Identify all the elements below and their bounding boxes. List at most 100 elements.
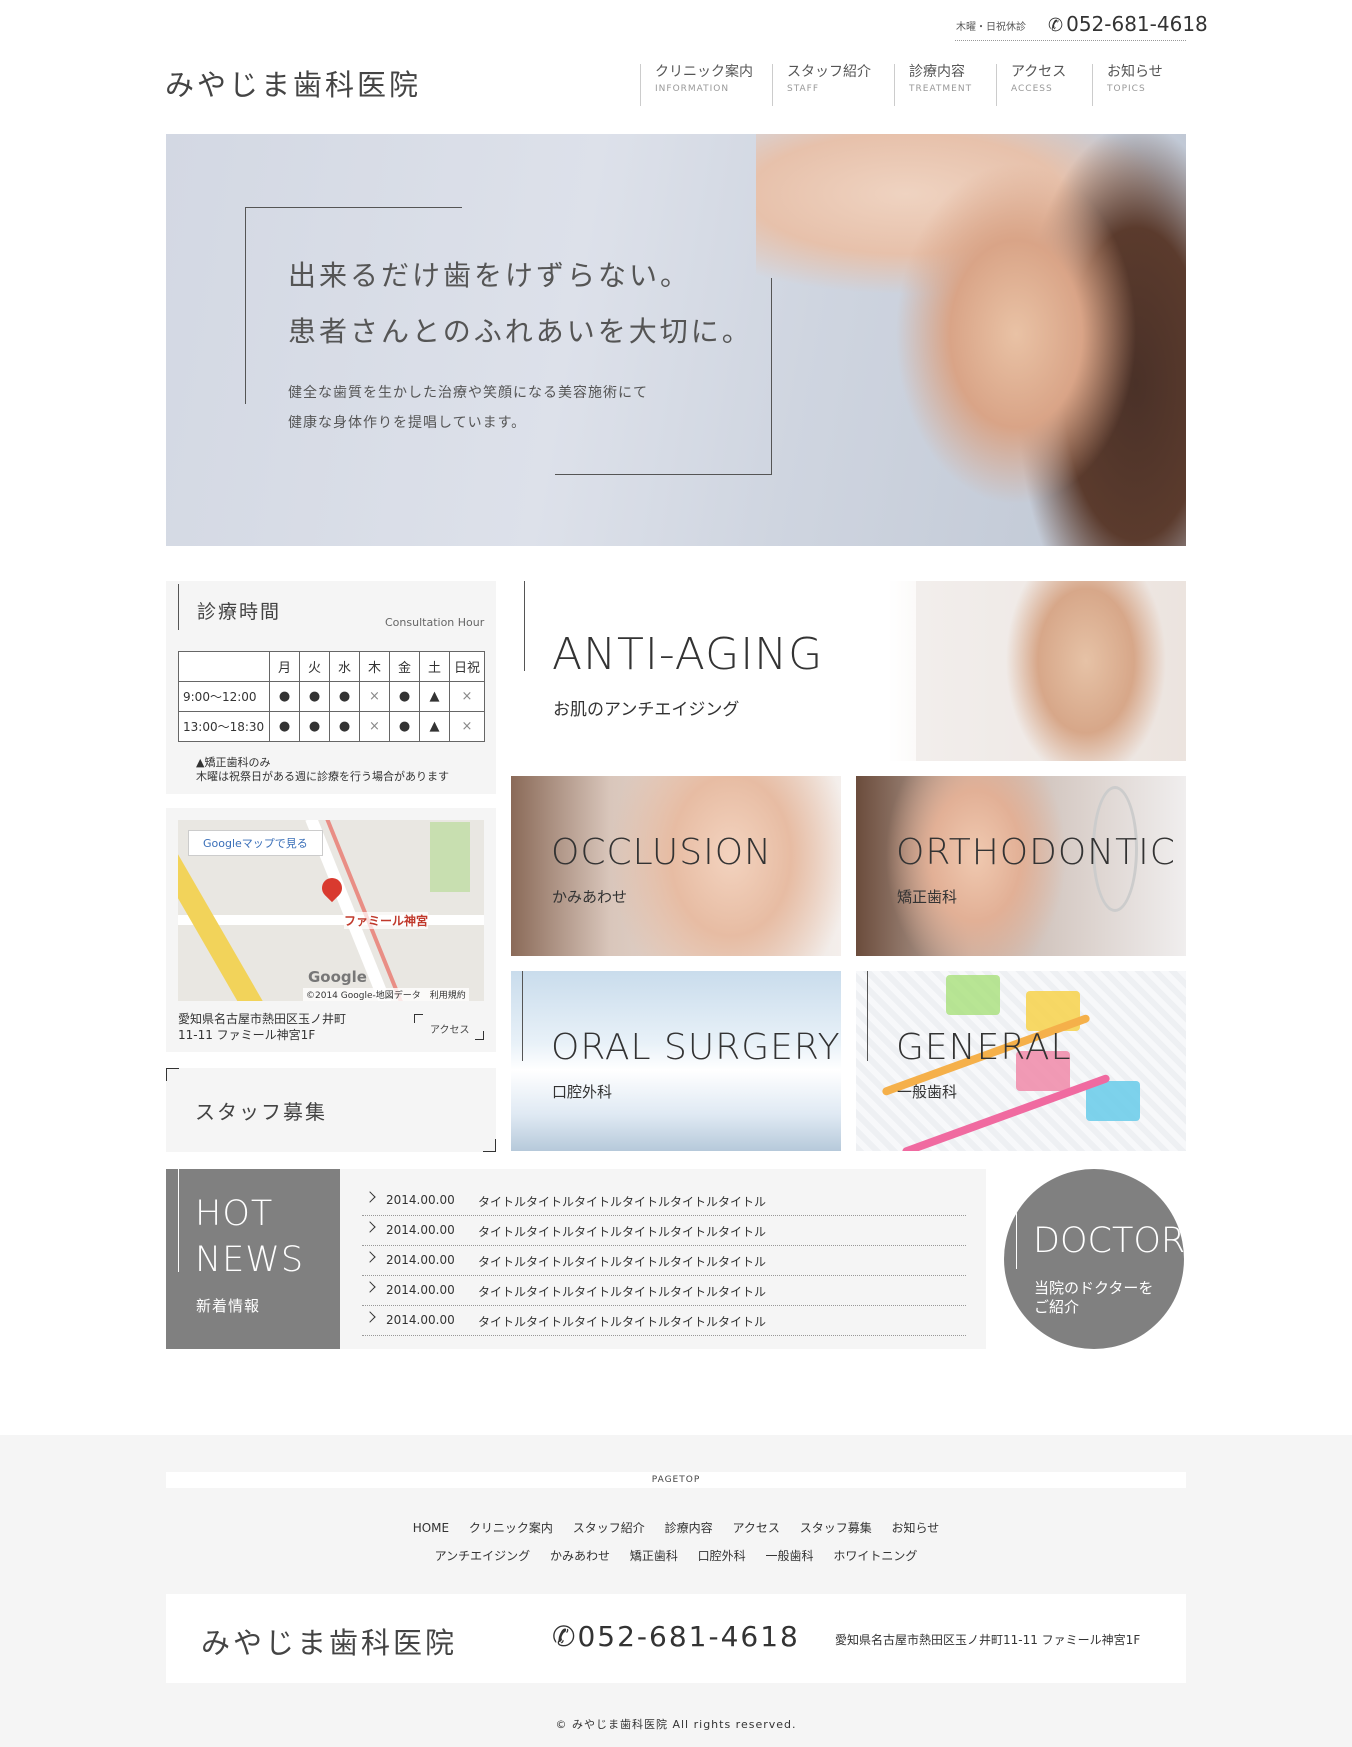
nav-treatment[interactable]: 診療内容 TREATMENT [894, 64, 972, 106]
chevron-right-icon [364, 1251, 376, 1263]
feature-title: OCCLUSION [551, 832, 772, 873]
closed-days-note: 木曜・日祝休診 [956, 22, 1026, 33]
feature-title: ANTI-AGING [552, 629, 824, 680]
footer-link-treatment[interactable]: 診療内容 [665, 1521, 713, 1535]
chevron-right-icon [364, 1191, 376, 1203]
day-tue: 火 [299, 651, 330, 682]
corner-bracket-icon [166, 1068, 179, 1081]
map-place-label: ファミール神宮 [344, 912, 429, 929]
news-item[interactable]: 2014.00.00 タイトルタイトルタイトルタイトルタイトルタイトル [362, 1305, 966, 1336]
hours-cell: ● [269, 711, 300, 742]
footer-link-occlusion[interactable]: かみあわせ [550, 1549, 610, 1563]
news-title: タイトルタイトルタイトルタイトルタイトルタイトル [478, 1315, 767, 1329]
footer-link-recruit[interactable]: スタッフ募集 [800, 1521, 872, 1535]
footer-link-topics[interactable]: お知らせ [892, 1521, 940, 1535]
news-item[interactable]: 2014.00.00 タイトルタイトルタイトルタイトルタイトルタイトル [362, 1215, 966, 1246]
hours-cell: × [359, 681, 390, 712]
news-item[interactable]: 2014.00.00 タイトルタイトルタイトルタイトルタイトルタイトル [362, 1245, 966, 1276]
hours-table: 月 火 水 木 金 土 日祝 9:00〜12:00 ● ● ● × ● ▲ × … [178, 651, 485, 742]
news-date: 2014.00.00 [386, 1313, 455, 1327]
news-date: 2014.00.00 [386, 1193, 455, 1207]
time-label: 9:00〜12:00 [178, 681, 270, 712]
nav-topics[interactable]: お知らせ TOPICS [1092, 64, 1163, 106]
anti-aging-photo [916, 581, 1186, 761]
accent-line [524, 581, 525, 671]
phone-divider [955, 40, 1186, 41]
hours-cell: ▲ [419, 711, 450, 742]
news-title: タイトルタイトルタイトルタイトルタイトルタイトル [478, 1225, 767, 1239]
google-map[interactable]: Googleマップで見る ファミール神宮 Google ©2014 Google… [178, 820, 484, 1001]
time-label: 13:00〜18:30 [178, 711, 270, 742]
feature-subtitle: 一般歯科 [897, 1083, 958, 1101]
feature-orthodontic[interactable]: ORTHODONTIC 矯正歯科 [856, 776, 1186, 956]
map-copyright[interactable]: ©2014 Google-地図データ 利用規約 [303, 988, 469, 1001]
header-phone[interactable]: ✆ 052-681-4618 [1048, 12, 1208, 36]
footer-link-clinic[interactable]: クリニック案内 [469, 1521, 553, 1535]
feature-anti-aging[interactable]: ANTI-AGING お肌のアンチエイジング [524, 581, 1186, 761]
header-phone-number: 052-681-4618 [1066, 12, 1208, 36]
nav-sublabel: STAFF [787, 84, 820, 94]
hours-title-en: Consultation Hour [385, 616, 485, 629]
hours-cell: ● [329, 681, 360, 712]
footer-link-access[interactable]: アクセス [732, 1521, 779, 1535]
hero-body: 健全な歯質を生かした治療や笑顔になる美容施術にて 健康な身体作りを提唱しています… [288, 378, 648, 438]
pagetop-button[interactable]: PAGETOP [166, 1472, 1186, 1488]
accent-line [178, 1169, 179, 1272]
feature-subtitle: お肌のアンチエイジング [553, 700, 740, 720]
footer-contact-box: みやじま歯科医院 ✆052-681-4618 愛知県名古屋市熱田区玉ノ井町11-… [166, 1594, 1186, 1683]
hot-news-header[interactable]: HOT NEWS 新着情報 [166, 1169, 340, 1349]
hours-corner-cell [178, 651, 270, 682]
feature-general[interactable]: GENERAL 一般歯科 [856, 971, 1186, 1151]
nav-sublabel: TOPICS [1107, 84, 1146, 94]
news-item[interactable]: 2014.00.00 タイトルタイトルタイトルタイトルタイトルタイトル [362, 1275, 966, 1306]
footer-nav-primary: HOME クリニック案内 スタッフ紹介 診療内容 アクセス スタッフ募集 お知ら… [0, 1519, 1352, 1536]
footer-nav-secondary: アンチエイジング かみあわせ 矯正歯科 口腔外科 一般歯科 ホワイトニング [0, 1547, 1352, 1564]
hours-cell: ● [299, 711, 330, 742]
day-wed: 水 [329, 651, 360, 682]
doctor-subtitle-line2: ご紹介 [1034, 1298, 1080, 1316]
footer-link-home[interactable]: HOME [413, 1521, 449, 1535]
hot-news-title: HOT NEWS [195, 1191, 304, 1283]
news-item[interactable]: 2014.00.00 タイトルタイトルタイトルタイトルタイトルタイトル [362, 1185, 966, 1216]
staff-recruit-button[interactable]: スタッフ募集 [166, 1068, 496, 1152]
hours-header-row: 月 火 水 木 金 土 日祝 [178, 651, 485, 682]
footer-link-orthodontic[interactable]: 矯正歯科 [630, 1549, 678, 1563]
hero-body-line1: 健全な歯質を生かした治療や笑顔になる美容施術にて [288, 385, 648, 401]
access-link-label: アクセス [430, 1025, 470, 1036]
footer-link-anti-aging[interactable]: アンチエイジング [435, 1549, 531, 1563]
clinic-address: 愛知県名古屋市熱田区玉ノ井町 11-11 ファミール神宮1F [178, 1011, 346, 1043]
chevron-right-icon [364, 1281, 376, 1293]
phone-icon: ✆ [552, 1620, 578, 1653]
day-sun-holiday: 日祝 [449, 651, 485, 682]
hero-headline-line2: 患者さんとのふれあいを大切に。 [288, 315, 753, 348]
footer-link-oral-surgery[interactable]: 口腔外科 [698, 1549, 746, 1563]
feature-title: ORAL SURGERY [551, 1027, 841, 1068]
footer-link-whitening[interactable]: ホワイトニング [833, 1549, 917, 1563]
map-road [178, 915, 484, 925]
nav-staff[interactable]: スタッフ紹介 STAFF [772, 64, 871, 106]
nav-access[interactable]: アクセス ACCESS [996, 64, 1066, 106]
nav-label: 診療内容 [909, 64, 965, 80]
feature-title: ORTHODONTIC [896, 832, 1176, 873]
doctor-subtitle: 当院のドクターを ご紹介 [1034, 1279, 1153, 1317]
view-in-google-maps-button[interactable]: Googleマップで見る [188, 830, 323, 856]
footer-link-staff[interactable]: スタッフ紹介 [573, 1521, 645, 1535]
staff-recruit-label: スタッフ募集 [195, 1100, 327, 1124]
hours-cell: ● [389, 681, 420, 712]
feature-subtitle: 矯正歯科 [897, 888, 958, 906]
hours-row-afternoon: 13:00〜18:30 ● ● ● × ● ▲ × [178, 711, 485, 742]
nav-information[interactable]: クリニック案内 INFORMATION [640, 64, 753, 106]
doctor-button[interactable]: DOCTOR 当院のドクターを ご紹介 [1004, 1169, 1184, 1349]
feature-oral-surgery[interactable]: ORAL SURGERY 口腔外科 [511, 971, 841, 1151]
site-logo[interactable]: みやじま歯科医院 [165, 62, 421, 104]
hot-news-subtitle: 新着情報 [196, 1297, 261, 1315]
access-link[interactable]: アクセス [414, 1014, 484, 1040]
doctor-subtitle-line1: 当院のドクターを [1034, 1279, 1154, 1297]
footer-link-general[interactable]: 一般歯科 [766, 1549, 814, 1563]
nav-sublabel: ACCESS [1011, 84, 1053, 94]
footer-logo[interactable]: みやじま歯科医院 [201, 1620, 457, 1662]
feature-occlusion[interactable]: OCCLUSION かみあわせ [511, 776, 841, 956]
nav-sublabel: INFORMATION [655, 84, 730, 94]
hero-body-line2: 健康な身体作りを提唱しています。 [288, 415, 527, 431]
footer-phone[interactable]: ✆052-681-4618 [552, 1620, 800, 1653]
